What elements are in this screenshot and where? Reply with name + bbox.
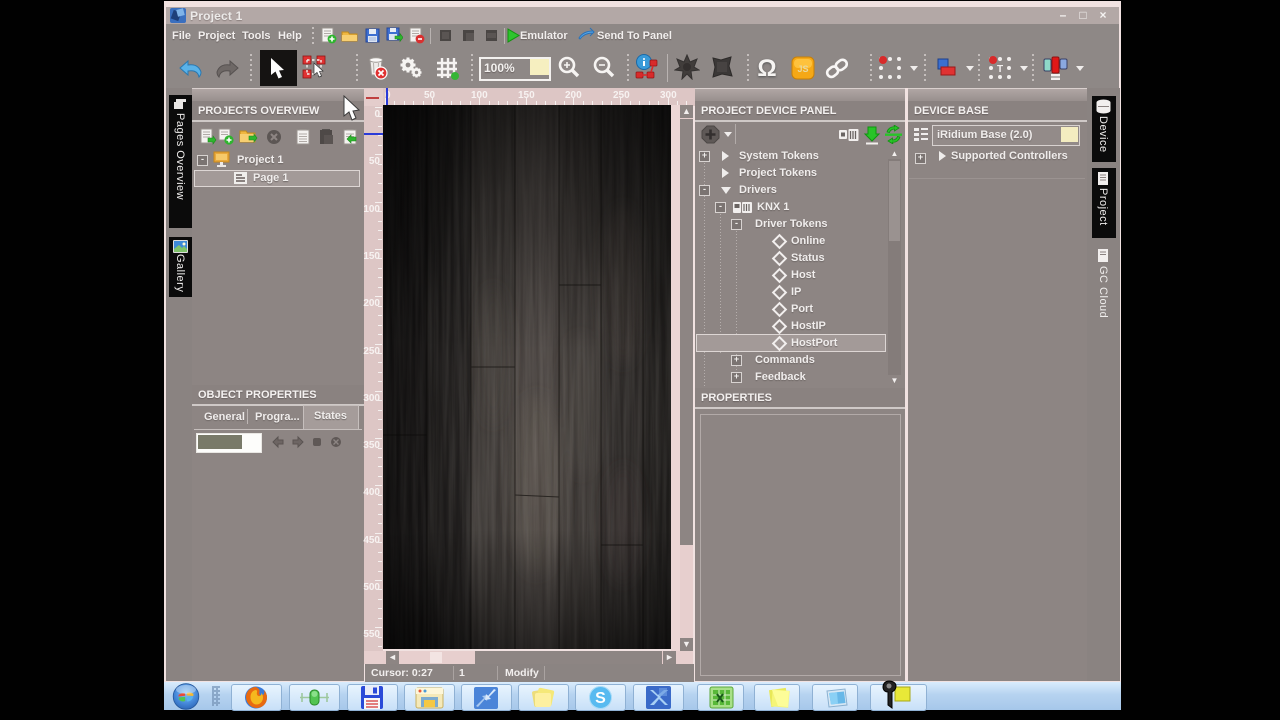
svg-text:T: T <box>997 64 1003 75</box>
svg-text:JS: JS <box>797 64 808 74</box>
svg-text:S: S <box>595 690 606 707</box>
